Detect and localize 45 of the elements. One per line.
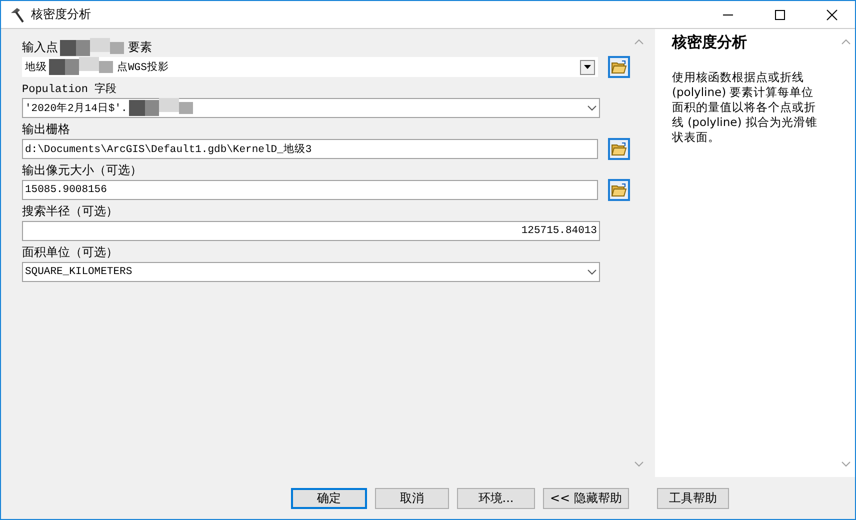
field-label: 输入点 bbox=[22, 39, 58, 56]
caret-icon bbox=[584, 65, 591, 69]
dropdown-field[interactable]: '2020年2月14日$'. bbox=[22, 98, 600, 118]
field-label: 搜索半径（可选） bbox=[22, 203, 118, 220]
maximize-icon[interactable] bbox=[774, 8, 786, 20]
field-value: 125715.84013 bbox=[521, 225, 597, 237]
dialog-button[interactable]: 环境... bbox=[457, 488, 535, 508]
dropdown-button[interactable] bbox=[580, 60, 595, 74]
help-title: 核密度分析 bbox=[672, 33, 748, 52]
window-title: 核密度分析 bbox=[31, 6, 92, 23]
dialog-button[interactable]: 取消 bbox=[375, 488, 449, 508]
field-label: 输出像元大小（可选） bbox=[22, 162, 142, 179]
browse-button[interactable] bbox=[608, 179, 630, 201]
input-field[interactable]: 15085.9008156 bbox=[22, 180, 598, 200]
browse-button[interactable] bbox=[608, 138, 630, 160]
field-value: SQUARE_KILOMETERS bbox=[25, 266, 132, 278]
chevron-down-icon bbox=[587, 105, 597, 111]
close-icon[interactable] bbox=[826, 8, 838, 20]
field-label: 要素 bbox=[128, 39, 152, 56]
help-text: 使用核函数根据点或折线 (polyline) 要素计算每单位面积的量值以将各个点或折线 (polyline) 拟合为光滑锥状表面。 bbox=[672, 70, 818, 145]
scroll-up-icon[interactable] bbox=[634, 39, 644, 45]
dropdown-field[interactable]: 地级 点WGS投影 bbox=[22, 57, 598, 77]
field-value: d:\Documents\ArcGIS\Default1.gdb\KernelD_地级3 bbox=[25, 142, 312, 156]
field-label: 输出栅格 bbox=[22, 121, 70, 138]
input-field[interactable]: d:\Documents\ArcGIS\Default1.gdb\KernelD_地级3 bbox=[22, 139, 598, 159]
input-field[interactable]: 125715.84013 bbox=[22, 221, 600, 241]
browse-button[interactable] bbox=[608, 56, 630, 78]
scroll-down-icon[interactable] bbox=[634, 461, 644, 467]
field-label: 面积单位（可选） bbox=[22, 244, 118, 261]
scroll-down-icon[interactable] bbox=[841, 461, 851, 467]
scroll-up-icon[interactable] bbox=[841, 39, 851, 45]
dialog-button[interactable]: 确定 bbox=[291, 488, 367, 508]
hammer-icon bbox=[9, 6, 25, 22]
field-value: 点WGS投影 bbox=[117, 60, 169, 74]
dropdown-field[interactable]: SQUARE_KILOMETERS bbox=[22, 262, 600, 282]
folder-icon bbox=[611, 60, 627, 74]
dialog-button[interactable]: 工具帮助 bbox=[656, 488, 729, 508]
folder-icon bbox=[611, 183, 627, 197]
field-value: 15085.9008156 bbox=[25, 184, 107, 196]
folder-icon bbox=[611, 142, 627, 156]
field-value: '2020年2月14日$'. bbox=[25, 102, 128, 115]
field-value: 地级 bbox=[25, 60, 47, 74]
dialog-button[interactable]: << 隐藏帮助 bbox=[543, 488, 629, 508]
field-label: Population 字段 bbox=[22, 82, 117, 96]
chevron-down-icon bbox=[587, 269, 597, 275]
